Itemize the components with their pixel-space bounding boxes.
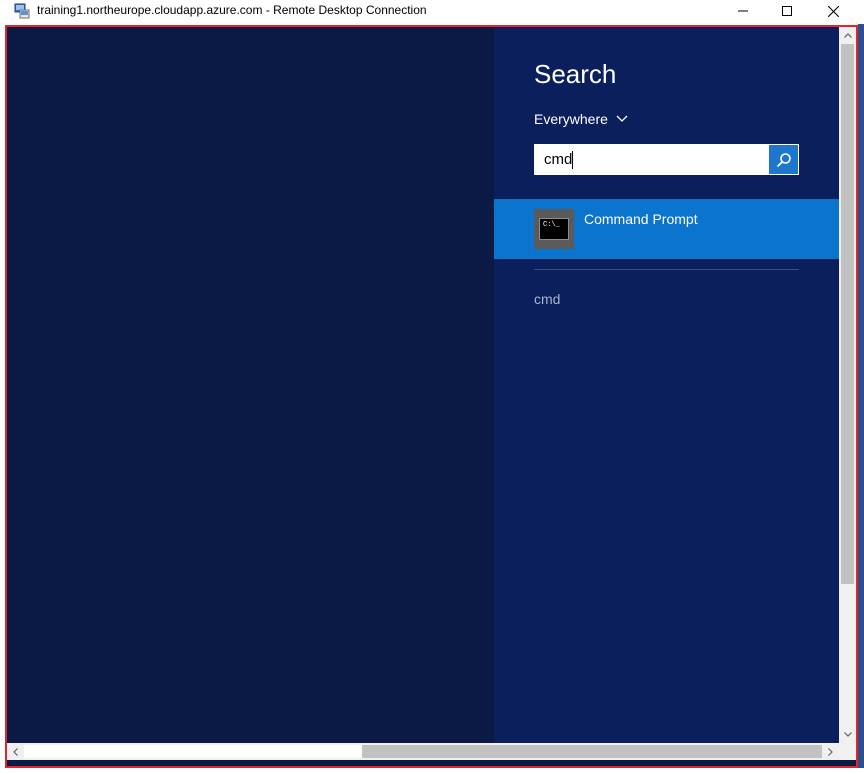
scroll-up-button[interactable]	[839, 27, 856, 44]
chevron-right-icon	[828, 747, 833, 756]
search-button[interactable]	[769, 145, 798, 174]
chevron-down-icon	[616, 115, 628, 122]
vertical-scrollbar[interactable]	[839, 27, 856, 743]
search-charm-title: Search	[534, 59, 617, 89]
chevron-down-small-icon	[843, 732, 852, 737]
search-suggestion-item[interactable]: cmd	[534, 291, 560, 307]
results-divider	[534, 269, 799, 270]
remote-desktop-icon	[14, 3, 30, 19]
search-icon	[776, 152, 791, 167]
background-desktop-peek	[858, 24, 864, 774]
scroll-down-button[interactable]	[839, 726, 856, 743]
terminal-window-graphic: C:\_	[539, 218, 569, 240]
remote-desktop-window: training1.northeurope.cloudapp.azure.com…	[0, 0, 864, 774]
search-scope-dropdown[interactable]: Everywhere	[534, 111, 628, 127]
search-box	[534, 144, 799, 175]
search-result-label: Command Prompt	[584, 211, 698, 227]
remote-session-viewport[interactable]: Search Everywhere cmd C:\_ Command Promp…	[5, 25, 858, 768]
maximize-icon	[782, 6, 792, 16]
minimize-button[interactable]	[720, 0, 766, 22]
search-charm-panel: Search Everywhere cmd C:\_ Command Promp…	[494, 27, 839, 743]
search-result-command-prompt[interactable]: C:\_ Command Prompt	[494, 199, 839, 259]
text-caret	[572, 151, 573, 169]
horizontal-scroll-thumb[interactable]	[362, 745, 822, 758]
scroll-right-button[interactable]	[822, 743, 839, 760]
command-prompt-icon: C:\_	[534, 209, 574, 249]
terminal-icon-text: C:\_	[543, 221, 560, 229]
search-input[interactable]	[535, 145, 769, 174]
horizontal-scroll-track-left[interactable]	[24, 745, 362, 758]
window-title: training1.northeurope.cloudapp.azure.com…	[37, 3, 427, 17]
chevron-left-icon	[13, 747, 18, 756]
remote-desktop-background[interactable]	[7, 27, 494, 766]
vertical-scroll-thumb[interactable]	[841, 44, 854, 584]
scrollbar-corner	[839, 743, 856, 760]
close-button[interactable]	[810, 0, 856, 22]
minimize-icon	[738, 10, 748, 12]
search-scope-label: Everywhere	[534, 111, 608, 127]
chevron-up-icon	[843, 33, 852, 38]
horizontal-scrollbar[interactable]	[7, 743, 839, 760]
scroll-left-button[interactable]	[7, 743, 24, 760]
title-bar[interactable]: training1.northeurope.cloudapp.azure.com…	[0, 0, 864, 22]
close-icon	[827, 5, 839, 17]
window-bottom-edge	[0, 768, 864, 774]
maximize-button[interactable]	[764, 0, 810, 22]
